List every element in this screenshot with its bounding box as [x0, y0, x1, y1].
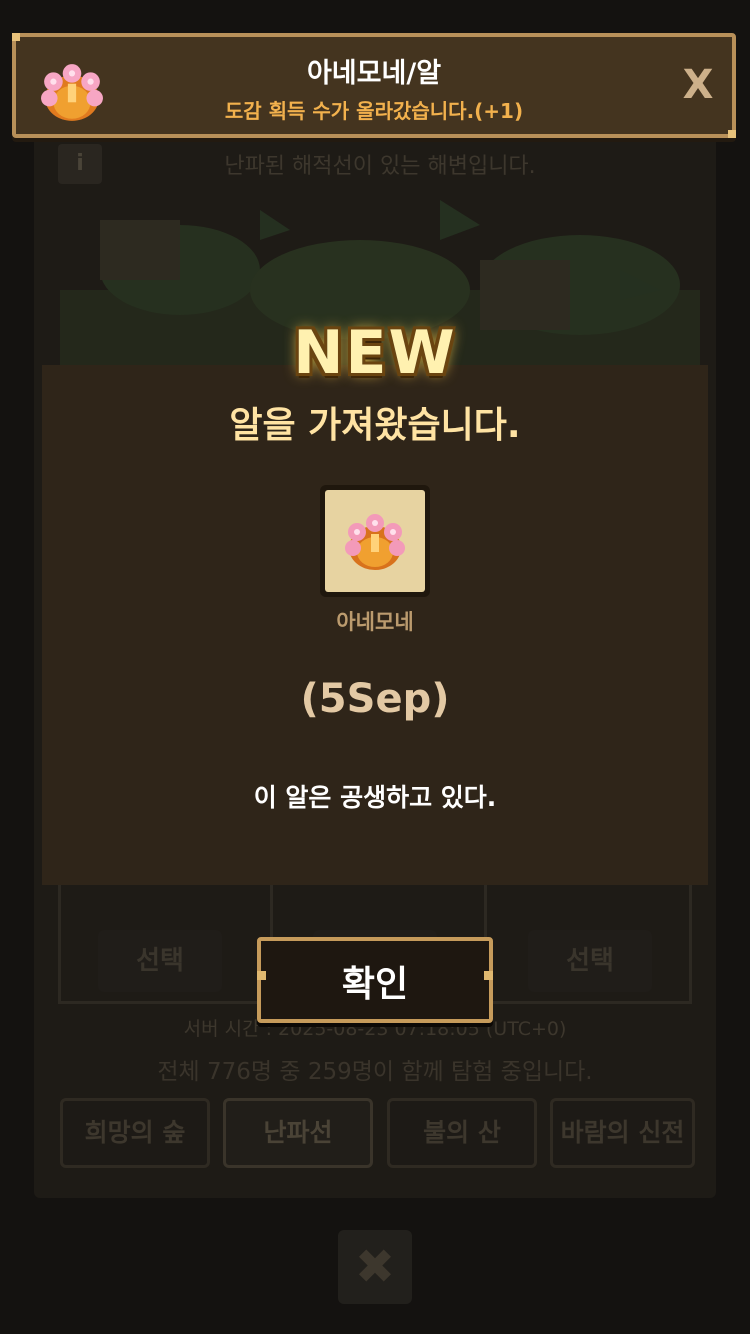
collection-toast: 아네모네/알 도감 획득 수가 올라갔습니다.(+1) X	[12, 33, 736, 138]
info-button[interactable]: i	[58, 144, 102, 184]
item-card	[325, 490, 425, 592]
tab-wind-temple[interactable]: 바람의 신전	[550, 1098, 695, 1168]
item-description: 이 알은 공생하고 있다.	[253, 783, 497, 812]
tab-shipwreck[interactable]: 난파선	[223, 1098, 373, 1168]
popup-headline: 알을 가져왔습니다.	[229, 405, 521, 446]
toast-subtitle: 도감 획득 수가 올라갔습니다.(+1)	[224, 99, 524, 123]
explore-status: 전체 776명 중 259명이 함께 탐험 중입니다.	[157, 1059, 593, 1085]
select-button-1[interactable]: 선택	[98, 930, 222, 992]
toast-close-button[interactable]: X	[678, 63, 718, 107]
tab-fire-mountain[interactable]: 불의 산	[387, 1098, 537, 1168]
anemone-egg-icon	[345, 514, 405, 570]
toast-title: 아네모네/알	[306, 58, 442, 89]
region-description: 난파된 해적선이 있는 해변입니다.	[224, 154, 536, 179]
confirm-button[interactable]: 확인	[257, 937, 493, 1023]
item-slot	[320, 485, 430, 597]
item-code: (5Sep)	[300, 676, 450, 722]
new-banner: NEW	[293, 318, 457, 388]
item-name: 아네모네	[336, 610, 414, 634]
confirm-label: 확인	[341, 964, 409, 1005]
select-button-3[interactable]: 선택	[528, 930, 652, 992]
tab-forest-of-hope[interactable]: 희망의 숲	[60, 1098, 210, 1168]
close-screen-button[interactable]: ✖	[338, 1230, 412, 1304]
